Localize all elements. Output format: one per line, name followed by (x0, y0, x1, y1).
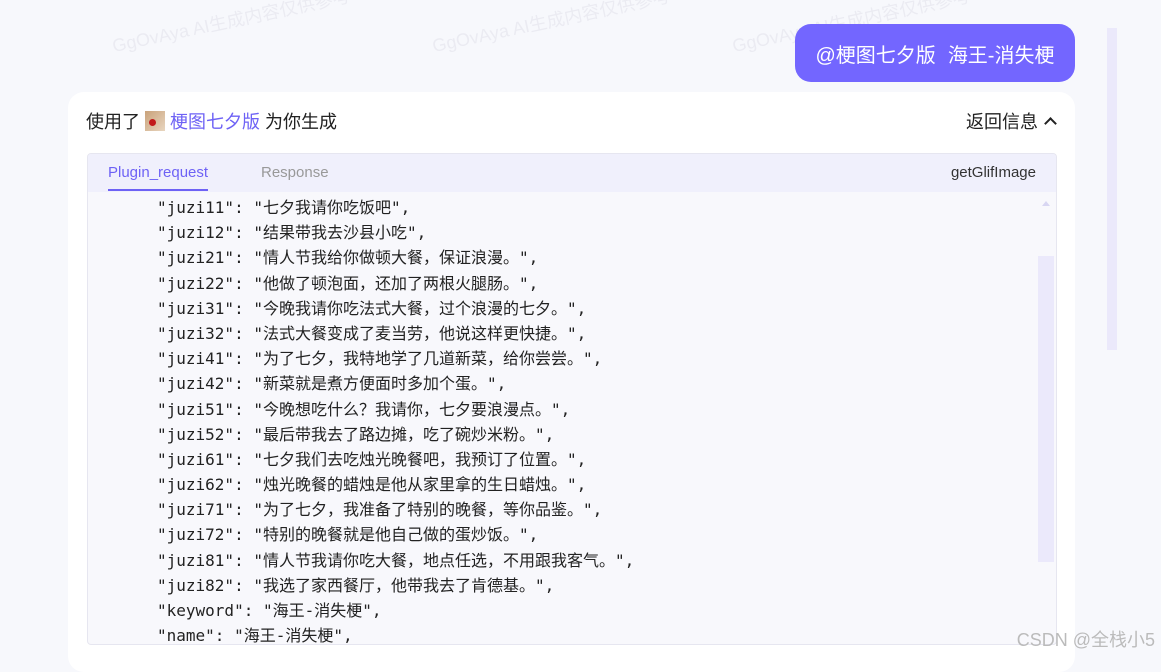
code-line: "juzi62": "烛光晚餐的蜡烛是他从家里拿的生日蜡烛。", (157, 475, 587, 495)
toggle-label: 返回信息 (966, 112, 1038, 132)
tab-plugin-request[interactable]: Plugin_request (108, 164, 209, 191)
code-line: "juzi61": "七夕我们去吃烛光晚餐吧，我预订了位置。", (157, 449, 587, 469)
code-line: "juzi42": "新菜就是煮方便面时多加个蛋。", (157, 374, 507, 394)
code-line: "juzi11": "七夕我请你吃饭吧", (157, 198, 411, 217)
code-line: "juzi72": "特别的晚餐就是他自己做的蛋炒饭。", (157, 525, 539, 545)
code-line: "juzi81": "情人节我请你吃大餐，地点任选，不用跟我客气。", (157, 550, 635, 570)
response-card: 使用了 梗图七夕版 为你生成 返回信息 Plugin_request Respo… (68, 92, 1075, 672)
code-line: "juzi82": "我选了家西餐厅，他带我去了肯德基。", (157, 575, 555, 595)
user-message-bubble: @梗图七夕版 海王-消失梗 (795, 24, 1075, 82)
scroll-up-arrow-icon[interactable] (1042, 201, 1050, 206)
header-suffix: 为你生成 (265, 112, 337, 132)
code-line: "juzi22": "他做了顿泡面，还加了两根火腿肠。", (157, 273, 539, 293)
code-line: "juzi41": "为了七夕，我特地学了几道新菜，给你尝尝。", (157, 349, 603, 369)
return-info-toggle[interactable]: 返回信息 (966, 108, 1057, 134)
code-line: "keyword": "海王-消失梗", (157, 601, 382, 620)
code-scrollbar[interactable] (1038, 256, 1054, 562)
code-line: "juzi12": "结果带我去沙县小吃", (157, 223, 427, 243)
code-line: "juzi52": "最后带我去了路边摊，吃了碗炒米粉。", (157, 424, 555, 444)
code-line: "name": "海王-消失梗", (157, 626, 353, 645)
message-text: 海王-消失梗 (947, 44, 1055, 67)
plugin-link[interactable]: 梗图七夕版 (170, 108, 260, 134)
plugin-panel: Plugin_request Response getGlifImage "ju… (87, 153, 1057, 645)
code-line: "juzi32": "法式大餐变成了麦当劳，他说这样更快捷。", (157, 323, 587, 343)
function-name: getGlifImage (950, 164, 1036, 181)
code-line: "juzi21": "情人节我给你做顿大餐，保证浪漫。", (157, 248, 539, 268)
watermark: GgOvAya AI生成内容仅供参考 (110, 0, 353, 57)
plugin-avatar-icon (145, 111, 165, 131)
credit-text: CSDN @全栈小5 (1016, 630, 1155, 650)
response-header: 使用了 梗图七夕版 为你生成 (86, 108, 337, 134)
code-view: "juzi11": "七夕我请你吃饭吧", "juzi12": "结果带我去沙县小… (88, 192, 1036, 645)
header-prefix: 使用了 (86, 112, 140, 132)
code-line: "juzi31": "今晚我请你吃法式大餐，过个浪漫的七夕。", (157, 298, 587, 318)
code-line: "juzi51": "今晚想吃什么？我请你，七夕要浪漫点。", (157, 399, 571, 419)
watermark: GgOvAya AI生成内容仅供参考 (430, 0, 673, 57)
chevron-up-icon (1044, 117, 1057, 130)
plugin-mention: @梗图七夕版 (815, 44, 936, 67)
code-line: "juzi71": "为了七夕，我准备了特别的晚餐，等你品鉴。", (157, 500, 603, 520)
tab-bar: Plugin_request Response getGlifImage (88, 154, 1056, 192)
page-scrollbar[interactable] (1107, 28, 1117, 350)
tab-response[interactable]: Response (261, 164, 329, 181)
